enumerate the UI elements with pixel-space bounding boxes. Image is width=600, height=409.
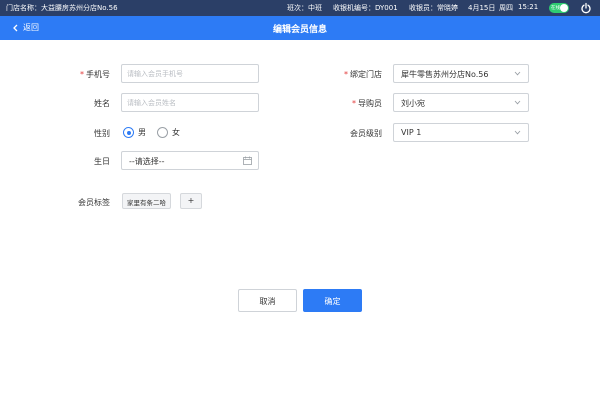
- guide-value: 刘小宛: [401, 99, 425, 108]
- name-input[interactable]: [121, 93, 259, 112]
- date-info: 4月15日: [468, 4, 496, 12]
- toggle-knob: [560, 4, 568, 12]
- gender-label: 性别: [94, 129, 110, 138]
- birthday-label: 生日: [94, 157, 110, 166]
- power-icon[interactable]: [580, 2, 592, 14]
- confirm-button[interactable]: 确定: [303, 289, 362, 312]
- register-info: 收银机编号：DY001: [333, 4, 398, 12]
- gender-radio-female[interactable]: 女: [157, 127, 180, 138]
- guide-label: * 导购员: [352, 99, 382, 108]
- store-name: 门店名称：大益腰房苏州分店No.56: [6, 4, 118, 12]
- chevron-down-icon: [514, 71, 521, 76]
- chevron-down-icon: [514, 100, 521, 105]
- store-select[interactable]: 犀牛零售苏州分店No.56: [393, 64, 529, 83]
- weekday-info: 周四: [499, 4, 513, 12]
- gender-male-label: 男: [138, 128, 146, 137]
- guide-select[interactable]: 刘小宛: [393, 93, 529, 112]
- phone-label: * 手机号: [80, 70, 110, 79]
- shift-info: 班次：中班: [287, 4, 322, 12]
- cancel-button[interactable]: 取消: [238, 289, 297, 312]
- birthday-picker[interactable]: --请选择--: [121, 151, 259, 170]
- phone-input[interactable]: [121, 64, 259, 83]
- tags-label: 会员标签: [78, 198, 110, 207]
- store-value: 犀牛零售苏州分店No.56: [401, 70, 489, 79]
- birthday-value: --请选择--: [129, 157, 165, 166]
- calendar-icon: [243, 156, 252, 165]
- store-label: * 绑定门店: [344, 70, 382, 79]
- gender-female-label: 女: [172, 128, 180, 137]
- cashier-info: 收银员：常晓婷: [409, 4, 458, 12]
- level-value: VIP 1: [401, 128, 422, 137]
- online-toggle-label: 在线: [551, 5, 560, 11]
- status-bar: 门店名称：大益腰房苏州分店No.56 班次：中班 收银机编号：DY001 收银员…: [0, 0, 600, 16]
- page-header: 返回 编辑会员信息: [0, 16, 600, 40]
- time-info: 15:21: [518, 3, 539, 11]
- radio-checked-icon: [123, 127, 134, 138]
- member-tag[interactable]: 家里有条二哈: [122, 193, 171, 209]
- level-label: 会员级别: [350, 129, 382, 138]
- name-label: 姓名: [94, 99, 110, 108]
- level-select[interactable]: VIP 1: [393, 123, 529, 142]
- online-toggle[interactable]: 在线: [549, 3, 569, 13]
- gender-radio-male[interactable]: 男: [123, 127, 146, 138]
- radio-unchecked-icon: [157, 127, 168, 138]
- required-mark: *: [80, 70, 84, 79]
- add-tag-button[interactable]: +: [180, 193, 202, 209]
- page-title: 编辑会员信息: [272, 25, 327, 35]
- chevron-down-icon: [514, 130, 521, 135]
